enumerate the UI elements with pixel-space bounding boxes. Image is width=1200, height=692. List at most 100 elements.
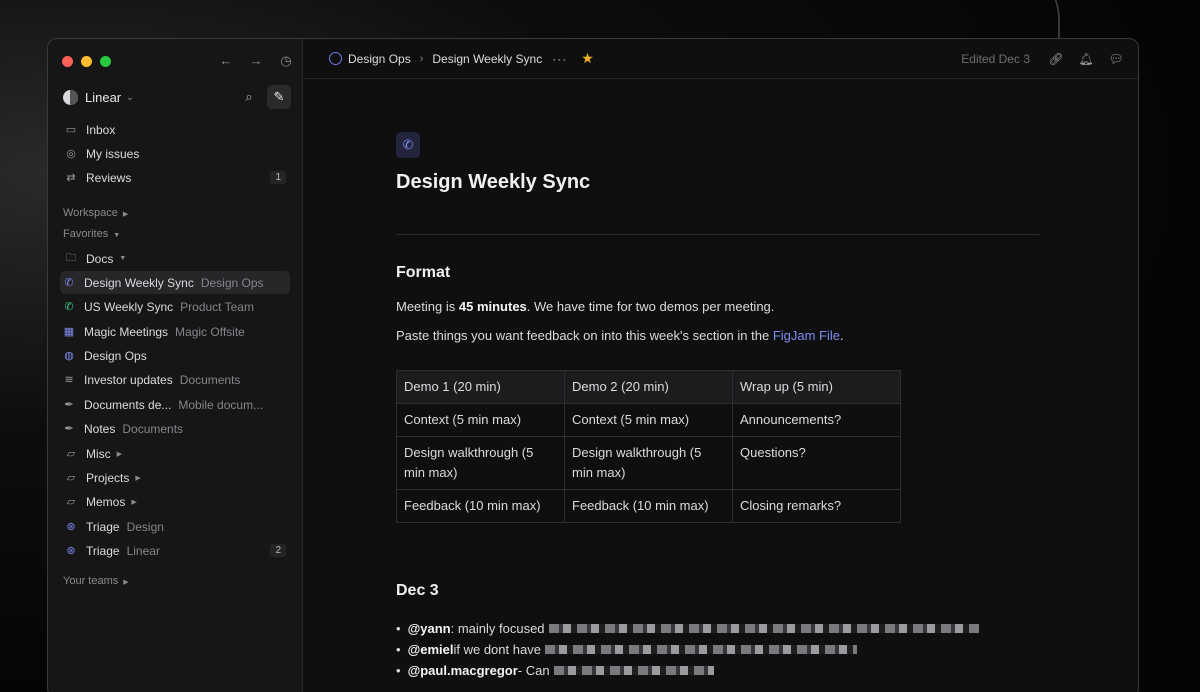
doc-topbar: Design Ops › Design Weekly Sync ··· ★ Ed…	[303, 39, 1138, 79]
table-cell[interactable]: Feedback (10 min max)	[564, 489, 733, 523]
your-teams-section-toggle[interactable]: Your teams ▶	[63, 575, 129, 587]
sidebar-folder-memos[interactable]: ▱ Memos ▶	[60, 490, 290, 513]
caret-right-icon: ▶	[123, 579, 129, 586]
note-text: : mainly focused	[450, 621, 545, 636]
doc-team: Magic Offsite	[175, 324, 245, 339]
doc-title[interactable]: Design Weekly Sync	[396, 171, 590, 194]
sidebar-doc-investor-updates[interactable]: ≋ Investor updates Documents	[60, 368, 290, 391]
doc-team: Design Ops	[200, 275, 264, 290]
sidebar-doc-design-ops[interactable]: ◍ Design Ops	[60, 344, 290, 367]
list-item[interactable]: @paul.macgregor - Can	[396, 660, 979, 681]
sidebar-item-inbox[interactable]: ▭ Inbox	[60, 118, 290, 141]
sidebar-triage-linear[interactable]: ⊛ Triage Linear 2	[60, 539, 290, 562]
table-cell[interactable]: Wrap up (5 min)	[732, 370, 901, 404]
sidebar-doc-notes[interactable]: ✒ Notes Documents	[60, 417, 290, 440]
section-label: Workspace	[63, 207, 118, 219]
redacted-text	[548, 624, 979, 633]
table-cell[interactable]: Questions?	[732, 436, 901, 490]
sidebar-item-reviews[interactable]: ⇄ Reviews 1	[60, 166, 290, 189]
table-cell[interactable]: Demo 1 (20 min)	[396, 370, 565, 404]
doc-label: Investor updates	[84, 372, 173, 387]
user-mention[interactable]: @paul.macgregor	[408, 663, 518, 678]
format-paragraph-2: Paste things you want feedback on into t…	[396, 328, 844, 343]
document-pane: Design Ops › Design Weekly Sync ··· ★ Ed…	[302, 39, 1138, 692]
more-options-icon[interactable]: ···	[552, 52, 567, 66]
phone-icon: ✆	[64, 301, 74, 313]
favorites-section-toggle[interactable]: Favorites ▼	[63, 228, 120, 240]
new-issue-button[interactable]: ✎	[267, 85, 291, 109]
caret-right-icon: ▶	[116, 450, 123, 458]
sidebar-item-label: Triage	[86, 519, 120, 534]
sidebar-folder-misc[interactable]: ▱ Misc ▶	[60, 442, 290, 465]
feather-icon: ✒	[64, 423, 74, 435]
sidebar-doc-documents-de[interactable]: ✒ Documents de... Mobile docum...	[60, 393, 290, 416]
doc-label: Documents de...	[84, 397, 172, 412]
compose-icon: ✎	[273, 89, 285, 104]
minimize-window-button[interactable]	[81, 56, 92, 67]
breadcrumb-doc-title[interactable]: Design Weekly Sync	[432, 52, 542, 66]
user-mention[interactable]: @emiel	[408, 642, 454, 657]
background-curve	[960, 0, 1060, 40]
sidebar-folder-projects[interactable]: ▱ Projects ▶	[60, 466, 290, 489]
forward-arrow-icon[interactable]: →	[248, 53, 264, 69]
table-row: Feedback (10 min max) Feedback (10 min m…	[396, 489, 901, 523]
folder-icon: ▱	[66, 448, 76, 460]
close-window-button[interactable]	[62, 56, 73, 67]
feather-icon: ✒	[64, 399, 74, 411]
folder-icon: ▱	[66, 496, 76, 508]
sidebar-triage-design[interactable]: ⊛ Triage Design	[60, 515, 290, 538]
list-item[interactable]: @yann: mainly focused	[396, 618, 979, 639]
sidebar-item-label: Triage	[86, 543, 120, 558]
sidebar-item-label: Reviews	[86, 170, 132, 185]
triage-team: Linear	[126, 543, 160, 558]
table-cell[interactable]: Feedback (10 min max)	[396, 489, 565, 523]
redacted-text	[553, 666, 714, 675]
table-row: Context (5 min max) Context (5 min max) …	[396, 403, 901, 437]
table-cell[interactable]: Demo 2 (20 min)	[564, 370, 733, 404]
globe-icon	[329, 52, 342, 65]
table-cell[interactable]: Design walkthrough (5 min max)	[396, 436, 565, 490]
table-cell[interactable]: Design walkthrough (5 min max)	[564, 436, 733, 490]
sidebar-item-label: Memos	[86, 494, 126, 509]
review-icon: ⇄	[66, 172, 76, 184]
count-badge: 1	[270, 171, 286, 184]
sidebar: ← → ◷ Linear ⌄ ⌕ ✎ ▭ Inbox ◎ My issues ⇄…	[48, 39, 311, 692]
notification-bell-icon[interactable]: 🔔︎	[1078, 52, 1094, 66]
search-button[interactable]: ⌕	[237, 85, 261, 109]
back-arrow-icon[interactable]: ←	[218, 53, 234, 69]
list-item[interactable]: @emiel if we dont have	[396, 639, 979, 660]
doc-label: Notes	[84, 421, 116, 436]
doc-team: Mobile docum...	[178, 397, 264, 412]
sidebar-doc-us-weekly-sync[interactable]: ✆ US Weekly Sync Product Team	[60, 295, 290, 318]
user-mention[interactable]: @yann	[408, 621, 451, 636]
count-badge: 2	[270, 544, 286, 557]
search-icon: ⌕	[245, 89, 253, 104]
table-cell[interactable]: Context (5 min max)	[564, 403, 733, 437]
phone-icon: ✆	[64, 277, 74, 289]
sidebar-item-my-issues[interactable]: ◎ My issues	[60, 142, 290, 165]
figjam-link[interactable]: FigJam File	[773, 328, 840, 343]
history-nav: ← → ◷	[218, 53, 294, 69]
target-icon: ◎	[66, 148, 76, 160]
doc-label: Magic Meetings	[84, 324, 169, 339]
breadcrumb-team-link[interactable]: Design Ops	[348, 52, 411, 66]
table-cell[interactable]: Closing remarks?	[732, 489, 901, 523]
sidebar-doc-magic-meetings[interactable]: ▦ Magic Meetings Magic Offsite	[60, 320, 290, 343]
zoom-window-button[interactable]	[100, 56, 111, 67]
comment-icon[interactable]: 💬︎	[1108, 52, 1124, 66]
phone-icon[interactable]: ✆	[396, 132, 420, 158]
chevron-down-icon: ⌄	[126, 91, 134, 102]
sidebar-doc-design-weekly-sync[interactable]: ✆ Design Weekly Sync Design Ops	[60, 271, 290, 294]
sidebar-folder-docs[interactable]: 🗀 Docs ▼	[60, 247, 290, 270]
doc-team: Documents	[179, 372, 241, 387]
workspace-section-toggle[interactable]: Workspace ▶	[63, 207, 128, 219]
clock-icon[interactable]: ◷	[278, 53, 294, 69]
workspace-switcher[interactable]: Linear ⌄ ⌕ ✎	[63, 85, 291, 109]
table-cell[interactable]: Context (5 min max)	[396, 403, 565, 437]
caret-right-icon: ▶	[122, 211, 129, 218]
table-cell[interactable]: Announcements?	[732, 403, 901, 437]
star-icon[interactable]: ★	[581, 50, 594, 67]
doc-team: Documents	[122, 421, 184, 436]
link-icon[interactable]: 🔗︎	[1048, 52, 1064, 66]
doc-label: Design Ops	[84, 348, 147, 363]
